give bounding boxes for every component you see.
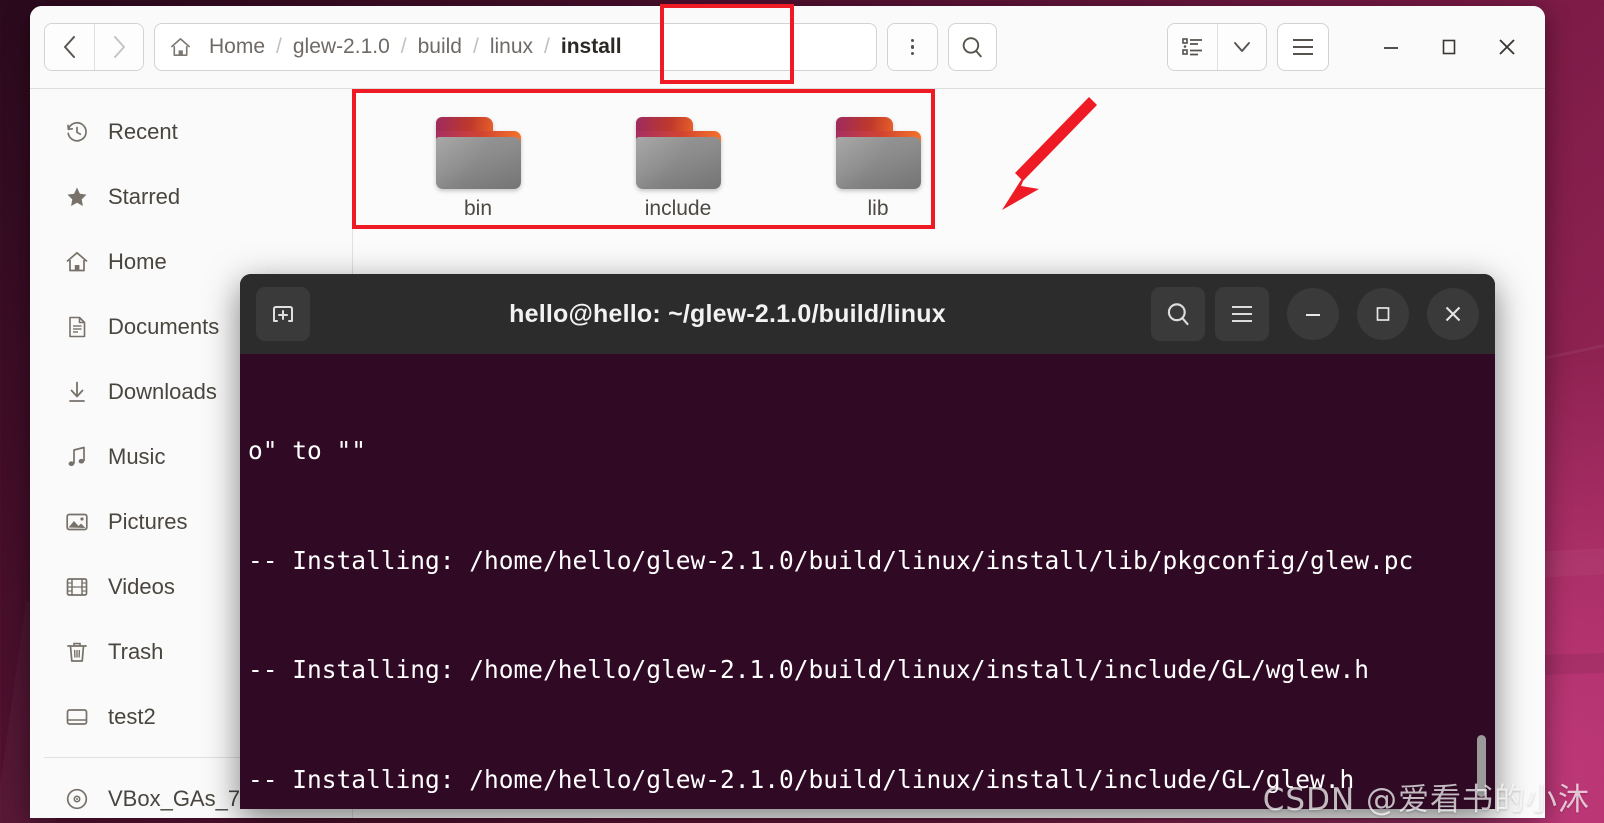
list-view-button[interactable] bbox=[1168, 24, 1217, 70]
terminal-search-button[interactable] bbox=[1151, 287, 1205, 341]
list-view-icon bbox=[1181, 36, 1205, 58]
breadcrumb-separator: / bbox=[400, 35, 407, 58]
folder-icon bbox=[835, 117, 921, 189]
window-maximize-button[interactable] bbox=[1425, 23, 1473, 71]
terminal-line: -- Installing: /home/hello/glew-2.1.0/bu… bbox=[248, 655, 1370, 684]
sidebar-item-label: Recent bbox=[108, 118, 178, 144]
main-menu-button[interactable] bbox=[1277, 23, 1329, 71]
window-close-button[interactable] bbox=[1483, 23, 1531, 71]
breadcrumb-separator: / bbox=[276, 35, 282, 58]
disc-icon bbox=[64, 786, 90, 812]
search-button[interactable] bbox=[948, 23, 997, 71]
terminal-maximize-button[interactable] bbox=[1357, 288, 1409, 340]
document-icon bbox=[64, 314, 90, 340]
terminal-scrollbar[interactable] bbox=[1477, 735, 1486, 797]
minimize-icon bbox=[1381, 41, 1401, 53]
close-icon bbox=[1497, 37, 1517, 57]
window-minimize-button[interactable] bbox=[1367, 23, 1415, 71]
home-icon bbox=[169, 36, 192, 59]
sidebar-item-label: Videos bbox=[108, 573, 175, 599]
chevron-down-icon bbox=[1232, 40, 1252, 54]
terminal-output[interactable]: o" to "" -- Installing: /home/hello/glew… bbox=[240, 354, 1495, 809]
breadcrumb-separator: / bbox=[472, 35, 479, 58]
picture-icon bbox=[64, 509, 90, 535]
back-button[interactable] bbox=[45, 24, 94, 70]
terminal-window: hello@hello: ~/glew-2.1.0/build/linux o"… bbox=[240, 274, 1495, 809]
terminal-header: hello@hello: ~/glew-2.1.0/build/linux bbox=[240, 274, 1495, 354]
sidebar-item-label: Home bbox=[108, 248, 167, 274]
search-icon bbox=[1165, 301, 1192, 328]
trash-icon bbox=[64, 639, 90, 665]
film-icon bbox=[64, 574, 90, 600]
file-item-include[interactable]: include bbox=[578, 103, 778, 221]
breadcrumb-item-linux[interactable]: linux bbox=[483, 35, 540, 59]
terminal-line: o" to "" bbox=[248, 436, 367, 465]
sidebar-item-recent[interactable]: Recent bbox=[30, 99, 352, 164]
file-label: include bbox=[644, 197, 712, 220]
drive-icon bbox=[64, 704, 90, 730]
breadcrumb-item-glew[interactable]: glew-2.1.0 bbox=[286, 35, 397, 59]
terminal-title: hello@hello: ~/glew-2.1.0/build/linux bbox=[509, 299, 946, 328]
file-label: bin bbox=[463, 197, 493, 220]
sidebar-item-label: Starred bbox=[108, 183, 181, 209]
clock-icon bbox=[64, 119, 90, 145]
maximize-icon bbox=[1440, 38, 1458, 56]
sidebar-item-label: Documents bbox=[108, 313, 220, 339]
path-menu-button[interactable] bbox=[888, 24, 937, 70]
view-dropdown-button[interactable] bbox=[1217, 24, 1266, 70]
hamburger-icon bbox=[1291, 38, 1315, 56]
minimize-icon bbox=[1303, 308, 1323, 320]
terminal-minimize-button[interactable] bbox=[1287, 288, 1339, 340]
sidebar-item-label: test2 bbox=[108, 703, 156, 729]
star-icon bbox=[64, 184, 90, 210]
maximize-icon bbox=[1374, 305, 1392, 323]
file-grid: bin include lib bbox=[353, 103, 1545, 221]
sidebar-item-label: Downloads bbox=[108, 378, 217, 404]
sidebar-item-label: Pictures bbox=[108, 508, 188, 534]
breadcrumb[interactable]: Home / glew-2.1.0 / build / linux / inst… bbox=[154, 23, 877, 71]
sidebar-item-label: Trash bbox=[108, 638, 164, 664]
vertical-dots-icon bbox=[910, 38, 915, 56]
breadcrumb-item-install[interactable]: install bbox=[554, 35, 629, 59]
sidebar-item-starred[interactable]: Starred bbox=[30, 164, 352, 229]
download-icon bbox=[64, 379, 90, 405]
breadcrumb-item-home[interactable]: Home bbox=[202, 35, 272, 59]
file-label: lib bbox=[867, 197, 889, 220]
terminal-line: -- Installing: /home/hello/glew-2.1.0/bu… bbox=[248, 764, 1355, 794]
sidebar-item-label: Music bbox=[108, 443, 166, 469]
new-tab-button[interactable] bbox=[256, 287, 310, 341]
terminal-close-button[interactable] bbox=[1427, 288, 1479, 340]
home-icon bbox=[64, 249, 90, 275]
folder-icon bbox=[435, 117, 521, 189]
view-options-group bbox=[1167, 23, 1267, 71]
navigation-button-group bbox=[44, 23, 144, 71]
terminal-line: -- Installing: /home/hello/glew-2.1.0/bu… bbox=[248, 545, 1414, 575]
file-item-bin[interactable]: bin bbox=[378, 103, 578, 221]
file-item-lib[interactable]: lib bbox=[778, 103, 978, 221]
pathbar-menu-group bbox=[887, 23, 938, 71]
breadcrumb-item-build[interactable]: build bbox=[411, 35, 469, 59]
hamburger-icon bbox=[1229, 304, 1255, 324]
search-icon bbox=[960, 35, 985, 60]
close-icon bbox=[1443, 304, 1463, 324]
breadcrumb-separator: / bbox=[544, 35, 550, 58]
file-manager-header: Home / glew-2.1.0 / build / linux / inst… bbox=[30, 6, 1545, 89]
music-note-icon bbox=[64, 444, 90, 470]
folder-icon bbox=[635, 117, 721, 189]
forward-button[interactable] bbox=[94, 24, 143, 70]
terminal-menu-button[interactable] bbox=[1215, 287, 1269, 341]
new-tab-icon bbox=[269, 300, 297, 328]
